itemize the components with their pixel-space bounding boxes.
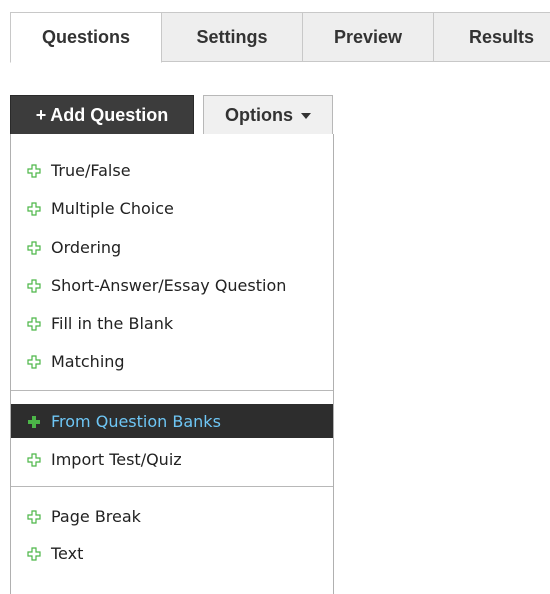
tab-bar: Questions Settings Preview Results xyxy=(10,12,550,63)
menu-item-short-answer-essay[interactable]: Short-Answer/Essay Question xyxy=(11,268,333,302)
tab-settings[interactable]: Settings xyxy=(162,12,303,62)
menu-item-true-false[interactable]: True/False xyxy=(11,153,333,187)
plus-outline-icon xyxy=(27,240,41,255)
menu-divider xyxy=(11,486,333,487)
plus-outline-icon xyxy=(27,546,41,561)
options-button[interactable]: Options xyxy=(203,95,333,135)
plus-outline-icon xyxy=(27,278,41,293)
plus-outline-icon xyxy=(27,201,41,216)
tab-results[interactable]: Results xyxy=(434,12,550,62)
menu-item-label: Multiple Choice xyxy=(51,198,174,218)
menu-item-label: Short-Answer/Essay Question xyxy=(51,275,287,295)
menu-item-multiple-choice[interactable]: Multiple Choice xyxy=(11,191,333,225)
tab-questions[interactable]: Questions xyxy=(10,12,162,63)
plus-outline-icon xyxy=(27,452,41,467)
menu-item-fill-in-the-blank[interactable]: Fill in the Blank xyxy=(11,306,333,340)
plus-outline-icon xyxy=(27,509,41,524)
menu-divider xyxy=(11,390,333,391)
options-label: Options xyxy=(225,104,293,125)
menu-item-text[interactable]: Text xyxy=(11,536,333,570)
caret-down-icon xyxy=(301,113,311,119)
menu-item-import-test-quiz[interactable]: Import Test/Quiz xyxy=(11,442,333,476)
tab-preview[interactable]: Preview xyxy=(303,12,434,62)
menu-item-page-break[interactable]: Page Break xyxy=(11,499,333,533)
add-question-menu: True/False Multiple Choice Ordering Shor… xyxy=(10,134,334,594)
add-question-button[interactable]: + Add Question xyxy=(10,95,194,135)
menu-item-label: Fill in the Blank xyxy=(51,313,174,333)
menu-item-label: True/False xyxy=(51,160,131,180)
menu-item-label: Matching xyxy=(51,351,125,371)
plus-outline-icon xyxy=(27,354,41,369)
plus-outline-icon xyxy=(27,316,41,331)
menu-item-label: Text xyxy=(51,543,84,563)
plus-solid-icon xyxy=(27,414,41,428)
add-question-label: Add Question xyxy=(50,104,169,125)
menu-item-label: From Question Banks xyxy=(51,411,221,431)
menu-item-matching[interactable]: Matching xyxy=(11,344,333,378)
menu-item-label: Ordering xyxy=(51,237,122,257)
menu-item-label: Import Test/Quiz xyxy=(51,449,182,469)
menu-item-from-question-banks[interactable]: From Question Banks xyxy=(11,404,333,438)
menu-item-label: Page Break xyxy=(51,506,141,526)
plus-outline-icon xyxy=(27,163,41,178)
menu-item-ordering[interactable]: Ordering xyxy=(11,230,333,264)
add-question-plus: + xyxy=(35,104,47,125)
